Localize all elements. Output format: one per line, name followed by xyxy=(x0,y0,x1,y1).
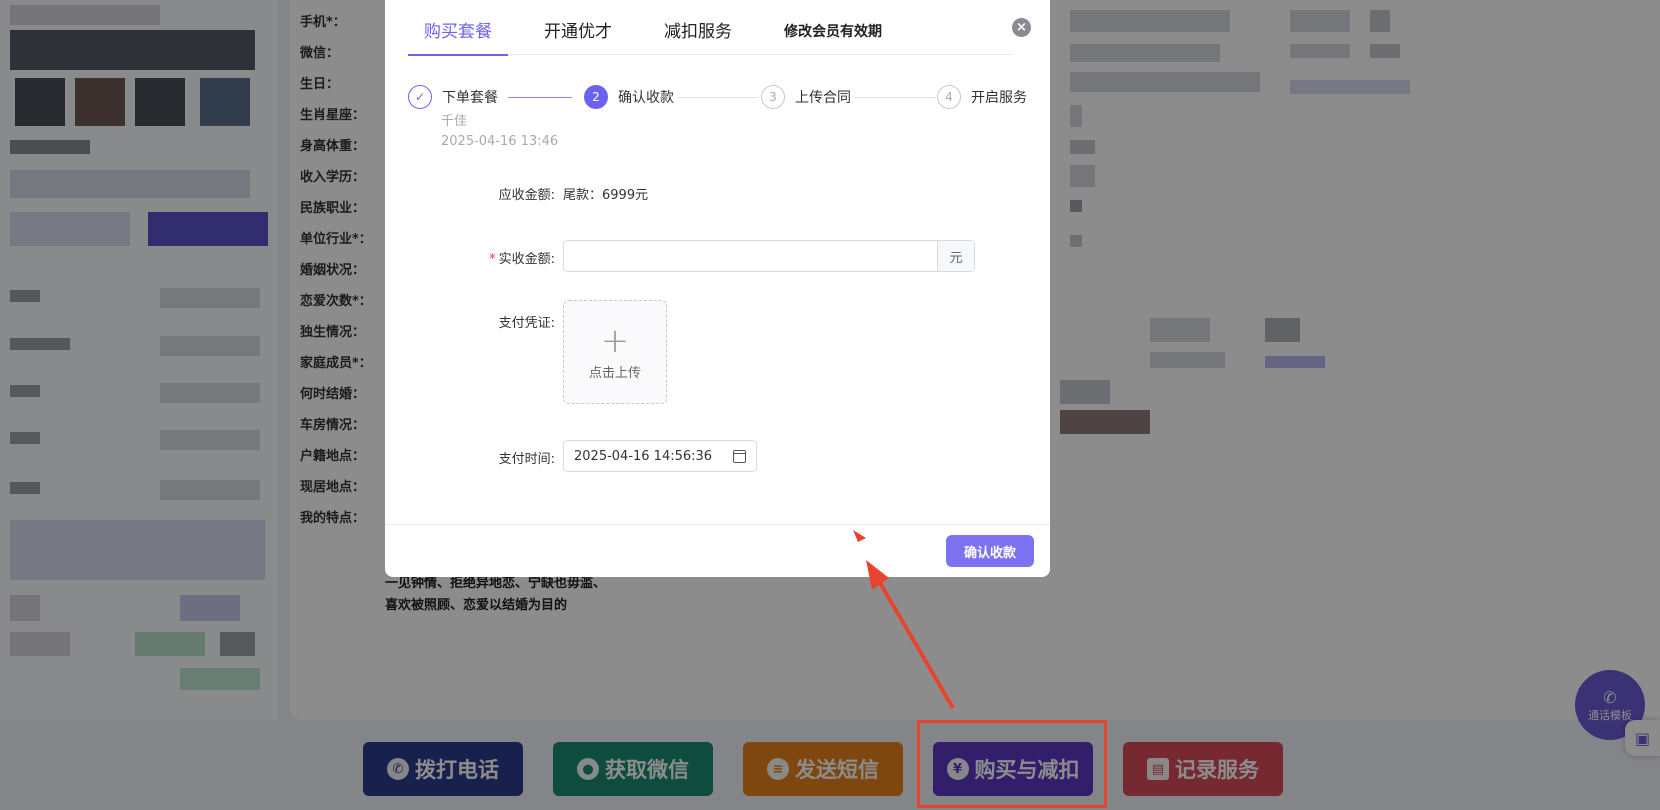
step-order-package: ✓ 下单套餐 xyxy=(408,85,498,109)
check-icon: ✓ xyxy=(408,85,432,109)
required-mark: * xyxy=(489,252,496,267)
step-connector xyxy=(678,97,758,98)
purchase-modal: 购买套餐 开通优才 减扣服务 修改会员有效期 × ✓ 下单套餐 2 确认收款 3… xyxy=(385,0,1050,577)
upload-text: 点击上传 xyxy=(588,365,641,381)
confirm-payment-button[interactable]: 确认收款 xyxy=(946,535,1034,567)
close-icon[interactable]: × xyxy=(1012,18,1031,37)
tab-open-premium[interactable]: 开通优才 xyxy=(544,0,612,55)
voucher-label: 支付凭证: xyxy=(498,316,555,331)
step-upload-contract: 3 上传合同 xyxy=(761,85,851,109)
calendar-icon xyxy=(733,449,746,463)
tab-edit-membership-validity[interactable]: 修改会员有效期 xyxy=(784,0,882,55)
payment-time-label: 支付时间: xyxy=(498,452,555,467)
actual-amount-field[interactable] xyxy=(564,241,937,271)
payment-time-value: 2025-04-16 14:56:36 xyxy=(574,448,713,464)
tab-buy-package[interactable]: 购买套餐 xyxy=(408,0,508,56)
highlight-annotation-box xyxy=(917,720,1107,808)
modal-footer-divider xyxy=(385,524,1050,525)
step-label: 开启服务 xyxy=(971,90,1027,106)
tab-deduct-service[interactable]: 减扣服务 xyxy=(664,0,732,55)
step-number: 3 xyxy=(761,85,785,109)
step-start-service: 4 开启服务 xyxy=(937,85,1027,109)
currency-suffix: 元 xyxy=(937,241,974,271)
step-number: 4 xyxy=(937,85,961,109)
receivable-value: 尾款：6999元 xyxy=(563,188,649,203)
step-label: 确认收款 xyxy=(618,90,674,106)
step-label: 上传合同 xyxy=(795,90,851,106)
voucher-upload[interactable]: + 点击上传 xyxy=(563,300,667,404)
step-label: 下单套餐 xyxy=(442,90,498,106)
step-number: 2 xyxy=(584,85,608,109)
modal-tabs: 购买套餐 开通优才 减扣服务 修改会员有效期 xyxy=(408,0,1013,56)
payment-time-picker[interactable]: 2025-04-16 14:56:36 xyxy=(563,440,757,472)
step-confirm-payment: 2 确认收款 xyxy=(584,85,674,109)
actual-amount-input[interactable]: 元 xyxy=(563,240,975,272)
step-connector xyxy=(855,97,935,98)
actual-amount-label-text: 实收金额: xyxy=(498,252,555,267)
stepper: ✓ 下单套餐 2 确认收款 3 上传合同 4 开启服务 xyxy=(408,85,1028,115)
receivable-label: 应收金额: xyxy=(498,188,555,203)
step-done-info: 千佳 2025-04-16 13:46 xyxy=(441,112,558,152)
actual-amount-label: * 实收金额: xyxy=(435,248,555,267)
step-operator: 千佳 xyxy=(441,114,468,129)
step-connector xyxy=(508,97,572,98)
step-time: 2025-04-16 13:46 xyxy=(441,134,559,149)
plus-icon: + xyxy=(600,320,630,361)
